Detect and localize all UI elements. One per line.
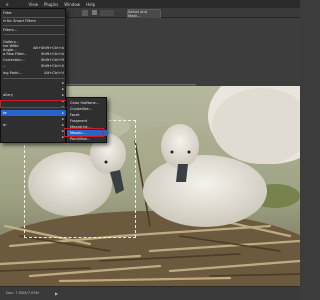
pixelate-submenu: Color Halftone... Crystallize... Facet F… [66, 97, 108, 143]
menu-edit[interactable]: e [6, 2, 8, 7]
menu-item-video[interactable]: ▸ [1, 134, 67, 140]
submenu-item-pointillize[interactable]: Pointillize... [67, 136, 108, 142]
menu-item-last-filter[interactable]: Filter [1, 10, 67, 16]
menu-separator [3, 78, 65, 79]
filter-menu: Filter rt for Smart Filters Filters... G… [0, 8, 67, 143]
status-arrow-icon[interactable]: ▶ [55, 291, 58, 296]
menu-separator [3, 25, 65, 26]
menu-window[interactable]: Window [64, 2, 80, 7]
feather-icon[interactable] [82, 10, 88, 16]
style-dropdown[interactable] [100, 10, 114, 16]
menu-help[interactable]: Help [86, 2, 95, 7]
menu-item-liquify[interactable]: ... Shift+Ctrl+X [1, 63, 67, 69]
anti-alias-checkbox[interactable] [92, 10, 97, 15]
status-bar: Doc: 7.05M/7.05M ▶ [0, 286, 300, 300]
menu-item-neural-filters[interactable]: Filters... [1, 27, 67, 33]
menu-bar: e View Plugins Window Help [0, 0, 300, 8]
menu-plugins[interactable]: Plugins [44, 2, 58, 7]
menu-view[interactable]: View [28, 2, 38, 7]
menu-separator [3, 34, 65, 35]
doc-size-readout: Doc: 7.05M/7.05M [6, 291, 39, 295]
menu-item-convert-smart-filters[interactable]: rt for Smart Filters [1, 18, 67, 24]
menu-item-vanishing-point[interactable]: ing Point... Alt+Ctrl+V [1, 70, 67, 76]
